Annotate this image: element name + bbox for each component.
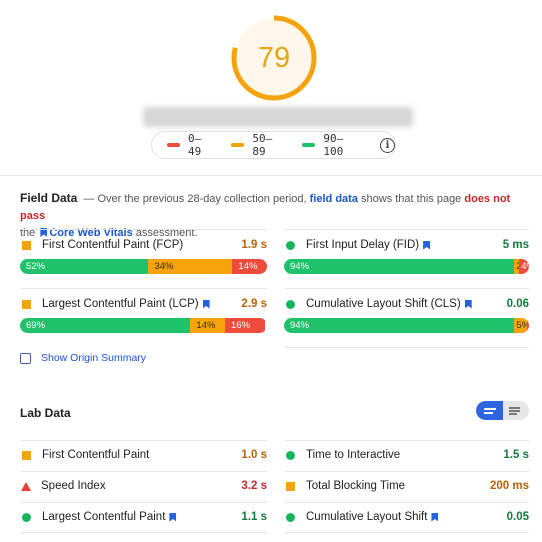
bookmark-icon [202, 299, 210, 309]
metric-value: 0.06 [506, 298, 529, 310]
bookmark-icon [169, 512, 177, 522]
bar-segment-poor: 4% [519, 259, 529, 274]
distribution-bar: 94% 5% 1% [284, 318, 529, 333]
field-data-link[interactable]: field data [310, 193, 358, 205]
blurred-url [143, 107, 413, 127]
divider-line [20, 288, 267, 289]
metric-value: 1.9 s [241, 239, 267, 251]
field-data-title: Field Data [20, 191, 78, 205]
field-metric-fid: First Input Delay (FID) 5 ms 94% 2% 4% [284, 234, 529, 274]
origin-summary-checkbox[interactable] [20, 352, 31, 364]
field-desc-prefix: — Over the previous 28-day collection pe… [83, 193, 307, 205]
view-toggle[interactable] [476, 401, 529, 420]
divider-line [284, 347, 529, 348]
section-divider [0, 175, 542, 176]
field-metric-fcp: First Contentful Paint (FCP) 1.9 s 52% 3… [20, 234, 267, 274]
metric-name: First Contentful Paint [42, 449, 150, 461]
red-dash-icon [167, 143, 180, 147]
orange-square-icon [22, 240, 31, 250]
metric-name: Speed Index [41, 480, 106, 492]
legend-item-average: 50–89 [231, 132, 285, 158]
lab-metric-lcp: Largest Contentful Paint 1.1 s [20, 506, 267, 528]
bar-segment-poor: 16% [225, 318, 265, 333]
score-gauge: 79 [230, 14, 318, 102]
lab-metric-tti: Time to Interactive 1.5 s [284, 444, 529, 466]
lab-metric-speed-index: Speed Index 3.2 s [20, 475, 267, 497]
bar-segment-average: 34% [148, 259, 233, 274]
green-circle-icon [286, 450, 295, 460]
legend-label: 50–89 [252, 132, 273, 158]
bar-segment-poor: 14% [232, 259, 267, 274]
bar-segment-good: 94% [284, 259, 515, 274]
bar-segment-good: 69% [20, 318, 191, 333]
metric-name: Cumulative Layout Shift (CLS) [306, 298, 461, 310]
bar-segment-good: 94% [284, 318, 515, 333]
metric-name: First Input Delay (FID) [306, 239, 420, 251]
bar-segment-poor: 1% [526, 318, 529, 333]
green-circle-icon [286, 299, 295, 309]
bookmark-icon [431, 512, 439, 522]
green-circle-icon [22, 512, 31, 522]
distribution-bar: 52% 34% 14% [20, 259, 267, 274]
green-circle-icon [286, 512, 295, 522]
metric-value: 5 ms [502, 239, 529, 251]
divider-line [20, 471, 267, 472]
info-icon[interactable]: i [380, 137, 395, 153]
legend-item-fail: 0–49 [167, 132, 214, 158]
metric-name: Total Blocking Time [306, 480, 406, 492]
field-metric-lcp: Largest Contentful Paint (LCP) 2.9 s 69%… [20, 293, 267, 333]
lab-metric-cls: Cumulative Layout Shift 0.05 [284, 506, 529, 528]
lab-metric-fcp: First Contentful Paint 1.0 s [20, 444, 267, 466]
distribution-bar: 69% 14% 16% [20, 318, 267, 333]
metric-value: 1.1 s [241, 511, 267, 523]
metric-value: 200 ms [489, 480, 529, 492]
summary-view-button[interactable] [476, 401, 503, 420]
field-desc-mid: shows that this page [361, 193, 462, 205]
bookmark-icon [423, 240, 431, 250]
divider-line [20, 229, 267, 230]
score-legend: 0–49 50–89 90–100 i [151, 131, 396, 159]
metric-value: 1.5 s [503, 449, 529, 461]
bookmark-icon [464, 299, 472, 309]
metric-value: 3.2 s [241, 480, 267, 492]
orange-dash-icon [231, 143, 245, 147]
distribution-bar: 94% 2% 4% [284, 259, 529, 274]
metric-name: Time to Interactive [306, 449, 401, 461]
metric-value: 1.0 s [241, 449, 267, 461]
metric-name: Cumulative Layout Shift [306, 511, 428, 523]
orange-square-icon [22, 450, 31, 460]
legend-label: 0–49 [187, 132, 202, 158]
divider-line [20, 502, 267, 503]
performance-score: 79 [257, 42, 291, 74]
orange-square-icon [22, 299, 31, 309]
legend-label: 90–100 [323, 132, 344, 158]
field-metric-cls: Cumulative Layout Shift (CLS) 0.06 94% 5… [284, 293, 529, 333]
origin-summary-label: Show Origin Summary [41, 352, 147, 364]
divider-line [284, 532, 529, 533]
metric-value: 0.05 [506, 511, 529, 523]
metric-name: Largest Contentful Paint [42, 511, 166, 523]
metric-value: 2.9 s [241, 298, 267, 310]
divider-line [284, 471, 529, 472]
show-origin-summary[interactable]: Show Origin Summary [20, 352, 146, 364]
metric-name: First Contentful Paint (FCP) [42, 239, 184, 251]
divider-line [284, 229, 529, 230]
red-triangle-icon [21, 481, 31, 491]
lab-metric-tbt: Total Blocking Time 200 ms [284, 475, 529, 497]
legend-item-pass: 90–100 [302, 132, 363, 158]
divider-line [284, 440, 529, 441]
divider-line [284, 288, 529, 289]
orange-square-icon [286, 481, 295, 491]
divider-line [284, 502, 529, 503]
divider-line [20, 440, 267, 441]
bar-segment-average: 14% [190, 318, 225, 333]
bar-segment-good: 52% [20, 259, 149, 274]
metric-name: Largest Contentful Paint (LCP) [42, 298, 199, 310]
bar-segment-average: 5% [514, 318, 527, 333]
divider-line [20, 532, 267, 533]
green-dash-icon [302, 143, 316, 147]
green-circle-icon [286, 240, 295, 250]
lab-data-title: Lab Data [20, 406, 71, 420]
